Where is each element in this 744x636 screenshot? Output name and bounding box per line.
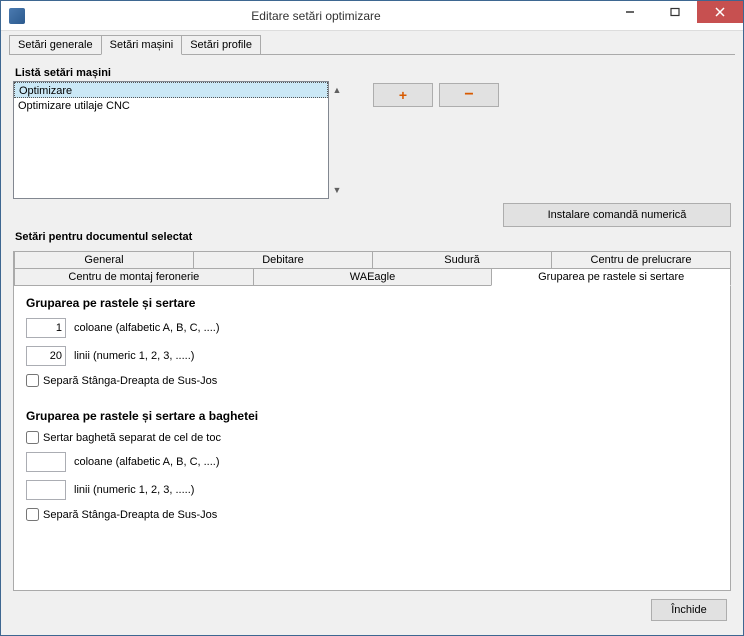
window-title: Editare setări optimizare xyxy=(25,9,607,23)
machines-listbox[interactable]: Optimizare Optimizare utilaje CNC xyxy=(13,81,329,199)
tab-sudura[interactable]: Sudură xyxy=(372,251,552,269)
window: Editare setări optimizare Setări general… xyxy=(0,0,744,636)
cols-input[interactable] xyxy=(26,318,66,338)
bagheta-cols-label: coloane (alfabetic A, B, C, ....) xyxy=(74,456,220,468)
close-dialog-button[interactable]: Închide xyxy=(651,599,727,621)
maximize-button[interactable] xyxy=(652,1,697,23)
tab-general[interactable]: General xyxy=(14,251,194,269)
add-button[interactable]: + xyxy=(373,83,433,107)
plus-icon: + xyxy=(399,87,407,103)
rows-input[interactable] xyxy=(26,346,66,366)
bagheta-separate-lr-tb-label: Separă Stânga-Dreapta de Sus-Jos xyxy=(43,509,217,521)
sertar-bagheta-label: Sertar baghetă separat de cel de toc xyxy=(43,432,221,444)
separate-lr-tb-label: Separă Stânga-Dreapta de Sus-Jos xyxy=(43,375,217,387)
app-icon xyxy=(9,8,25,24)
list-item[interactable]: Optimizare xyxy=(14,82,328,98)
install-cnc-button[interactable]: Instalare comandă numerică xyxy=(503,203,731,227)
sertar-bagheta-checkbox[interactable] xyxy=(26,431,39,444)
group-rastele-sertare: Gruparea pe rastele și sertare coloane (… xyxy=(26,296,718,387)
minus-icon: − xyxy=(464,87,473,103)
group-rastele-bagheta: Gruparea pe rastele și sertare a baghete… xyxy=(26,409,718,521)
scrollbar[interactable]: ▲ ▼ xyxy=(329,82,345,198)
tab-profile-settings[interactable]: Setări profile xyxy=(181,35,261,54)
rows-label: linii (numeric 1, 2, 3, .....) xyxy=(74,350,194,362)
tab-general-settings[interactable]: Setări generale xyxy=(9,35,102,54)
tab-waeagle[interactable]: WAEagle xyxy=(253,268,493,286)
scroll-down-icon[interactable]: ▼ xyxy=(329,182,345,198)
bagheta-rows-label: linii (numeric 1, 2, 3, .....) xyxy=(74,484,194,496)
tab-debitare[interactable]: Debitare xyxy=(193,251,373,269)
bagheta-rows-input[interactable] xyxy=(26,480,66,500)
titlebar: Editare setări optimizare xyxy=(1,1,743,31)
cols-label: coloane (alfabetic A, B, C, ....) xyxy=(74,322,220,334)
bagheta-cols-input[interactable] xyxy=(26,452,66,472)
doc-tabs: General Debitare Sudură Centru de preluc… xyxy=(13,251,731,591)
doc-settings-label: Setări pentru documentul selectat xyxy=(15,231,731,243)
remove-button[interactable]: − xyxy=(439,83,499,107)
tab-grupare-rastele[interactable]: Gruparea pe rastele si sertare xyxy=(491,268,731,286)
separate-lr-tb-checkbox[interactable] xyxy=(26,374,39,387)
close-button[interactable] xyxy=(697,1,743,23)
tab-panel-grupare: Gruparea pe rastele și sertare coloane (… xyxy=(14,286,730,590)
group-title: Gruparea pe rastele și sertare xyxy=(26,296,718,310)
tab-centru-prelucrare[interactable]: Centru de prelucrare xyxy=(551,251,731,269)
tab-machine-settings[interactable]: Setări mașini xyxy=(101,35,183,55)
tab-centru-montaj[interactable]: Centru de montaj feronerie xyxy=(14,268,254,286)
machines-list-label: Listă setări mașini xyxy=(15,67,731,79)
main-tabs: Setări generale Setări mașini Setări pro… xyxy=(9,35,735,55)
window-controls xyxy=(607,1,743,30)
group-title: Gruparea pe rastele și sertare a baghete… xyxy=(26,409,718,423)
scroll-up-icon[interactable]: ▲ xyxy=(329,82,345,98)
list-item[interactable]: Optimizare utilaje CNC xyxy=(14,98,328,114)
bagheta-separate-lr-tb-checkbox[interactable] xyxy=(26,508,39,521)
minimize-button[interactable] xyxy=(607,1,652,23)
